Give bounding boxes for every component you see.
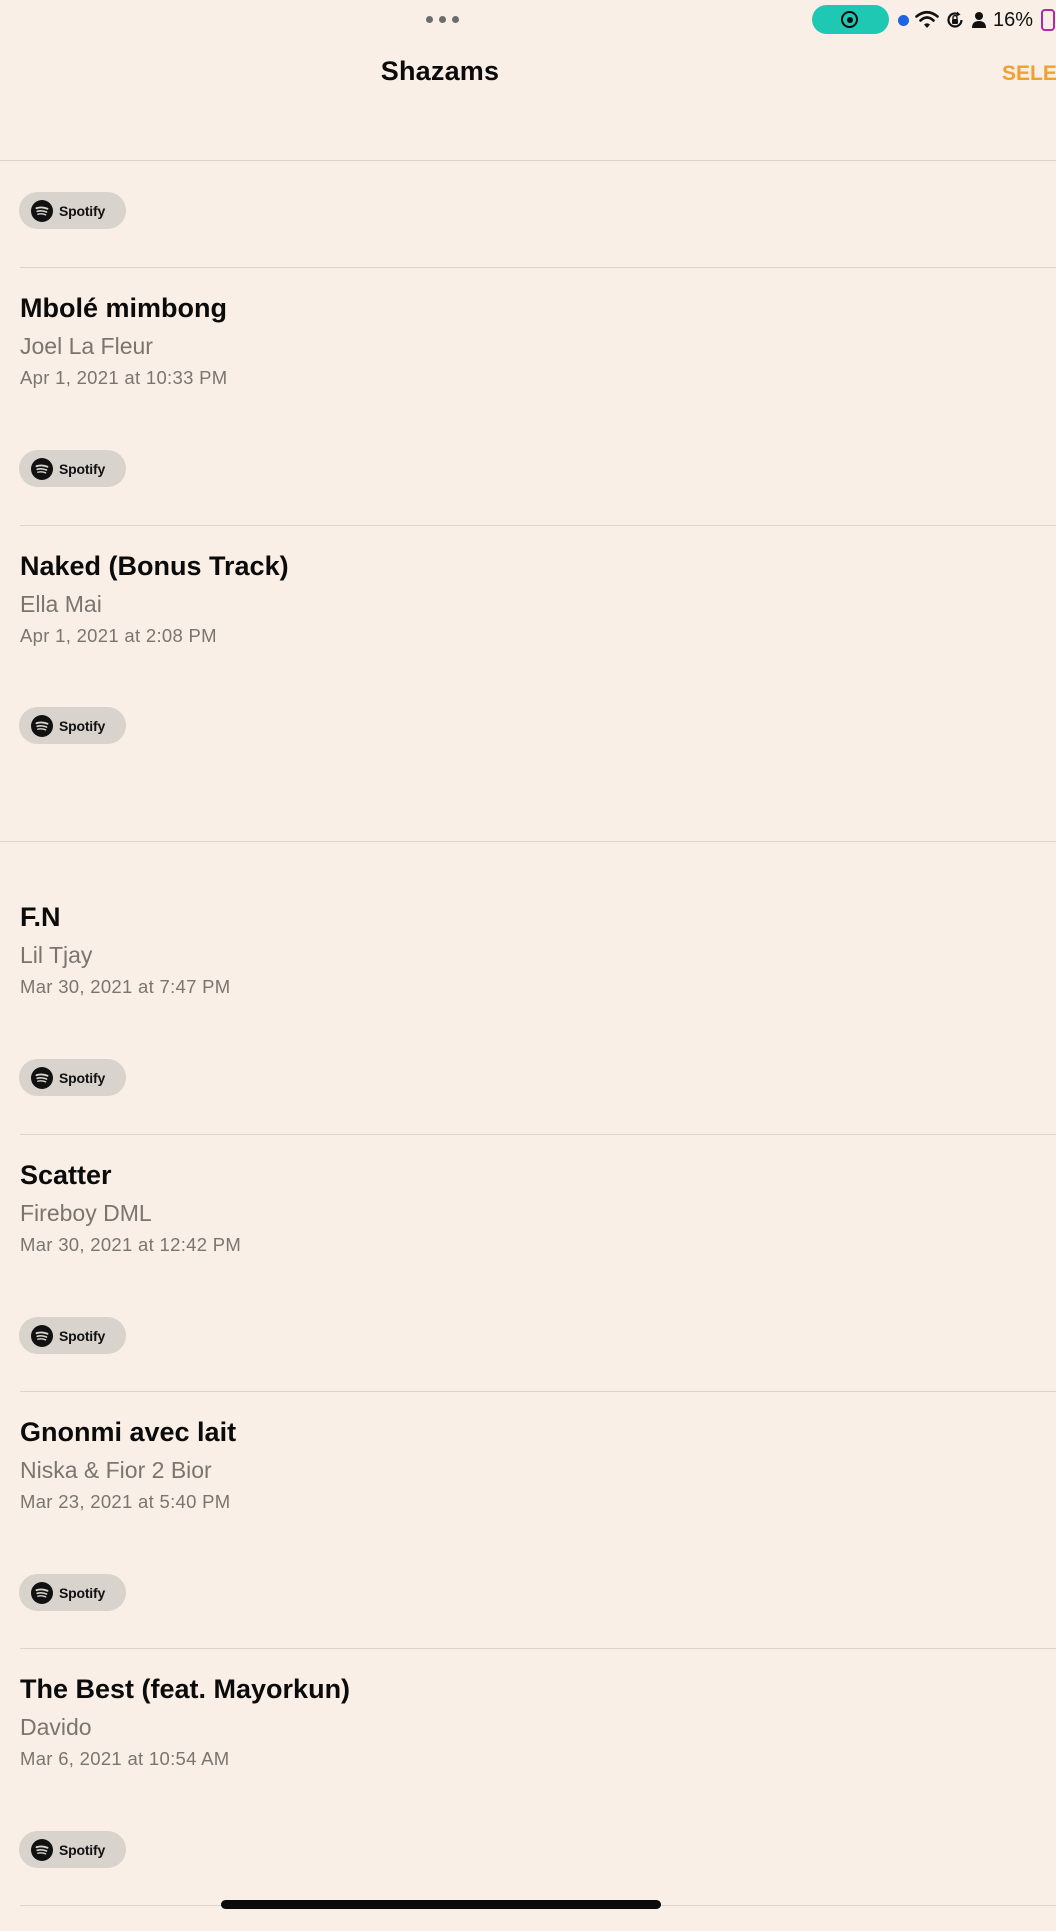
record-icon	[841, 11, 858, 28]
wifi-icon	[915, 10, 939, 28]
status-icons: 16%	[898, 6, 1056, 34]
song-date: Apr 1, 2021 at 2:08 PM	[20, 625, 217, 646]
song-artist: Davido	[20, 1714, 92, 1740]
spotify-label: Spotify	[59, 1841, 106, 1858]
spotify-button[interactable]: Spotify	[19, 1317, 126, 1354]
divider	[20, 525, 1056, 526]
song-item[interactable]: F.N Lil Tjay Mar 30, 2021 at 7:47 PM Spo…	[0, 902, 1056, 1159]
spotify-logo-icon	[31, 457, 53, 480]
song-artist: Lil Tjay	[20, 942, 93, 968]
song-item[interactable]: Scatter Fireboy DML Mar 30, 2021 at 12:4…	[0, 1160, 1056, 1417]
screen-recording-indicator[interactable]	[812, 5, 889, 34]
song-title: Scatter	[20, 1160, 112, 1190]
spotify-label: Spotify	[59, 1584, 106, 1601]
spotify-logo-icon	[31, 1066, 53, 1089]
song-date: Apr 1, 2021 at 10:33 PM	[20, 367, 228, 388]
song-title: F.N	[20, 902, 61, 932]
song-item[interactable]: Naked (Bonus Track) Ella Mai Apr 1, 2021…	[0, 551, 1056, 808]
song-title: Naked (Bonus Track)	[20, 551, 289, 581]
spotify-label: Spotify	[59, 1069, 106, 1086]
battery-icon	[1041, 9, 1056, 31]
spotify-button[interactable]: Spotify	[19, 1831, 126, 1868]
status-bar: 16%	[0, 0, 1056, 40]
spotify-logo-icon	[31, 199, 53, 222]
home-indicator[interactable]	[221, 1900, 661, 1909]
divider	[20, 1648, 1056, 1649]
orientation-lock-icon	[947, 11, 963, 28]
song-item[interactable]: Mbolé mimbong Joel La Fleur Apr 1, 2021 …	[0, 293, 1056, 550]
multitasking-dots-icon[interactable]	[422, 12, 462, 26]
spotify-button[interactable]: Spotify	[19, 1059, 126, 1096]
divider	[0, 160, 1056, 161]
spotify-label: Spotify	[59, 460, 106, 477]
spotify-logo-icon	[31, 714, 53, 737]
battery-percentage: 16%	[993, 8, 1034, 31]
spotify-logo-icon	[31, 1838, 53, 1861]
spotify-button[interactable]: Spotify	[19, 1574, 126, 1611]
song-item[interactable]: Gnonmi avec lait Niska & Fior 2 Bior Mar…	[0, 1417, 1056, 1674]
spotify-button[interactable]: Spotify	[19, 192, 126, 229]
person-icon	[972, 12, 986, 28]
divider	[20, 1134, 1056, 1135]
divider	[20, 1391, 1056, 1392]
spotify-label: Spotify	[59, 717, 106, 734]
spotify-logo-icon	[31, 1324, 53, 1347]
song-date: Mar 30, 2021 at 7:47 PM	[20, 976, 231, 997]
song-title: The Best (feat. Mayorkun)	[20, 1674, 351, 1704]
song-artist: Joel La Fleur	[20, 333, 153, 359]
spotify-button[interactable]: Spotify	[19, 450, 126, 487]
song-item[interactable]: The Best (feat. Mayorkun) Davido Mar 6, …	[0, 1674, 1056, 1931]
song-artist: Niska & Fior 2 Bior	[20, 1457, 212, 1483]
song-title: Mbolé mimbong	[20, 293, 227, 323]
location-dot-icon	[898, 14, 909, 26]
spotify-label: Spotify	[59, 202, 106, 219]
divider	[20, 267, 1056, 268]
section-divider	[0, 841, 1056, 842]
song-date: Mar 6, 2021 at 10:54 AM	[20, 1748, 230, 1769]
page-title: Shazams	[380, 56, 500, 86]
song-artist: Fireboy DML	[20, 1200, 152, 1226]
song-title: Gnonmi avec lait	[20, 1417, 237, 1447]
song-date: Mar 23, 2021 at 5:40 PM	[20, 1491, 231, 1512]
spotify-logo-icon	[31, 1581, 53, 1604]
song-artist: Ella Mai	[20, 591, 102, 617]
spotify-button[interactable]: Spotify	[19, 707, 126, 744]
spotify-label: Spotify	[59, 1327, 106, 1344]
select-button[interactable]: SELE	[1002, 62, 1056, 86]
song-date: Mar 30, 2021 at 12:42 PM	[20, 1234, 242, 1255]
